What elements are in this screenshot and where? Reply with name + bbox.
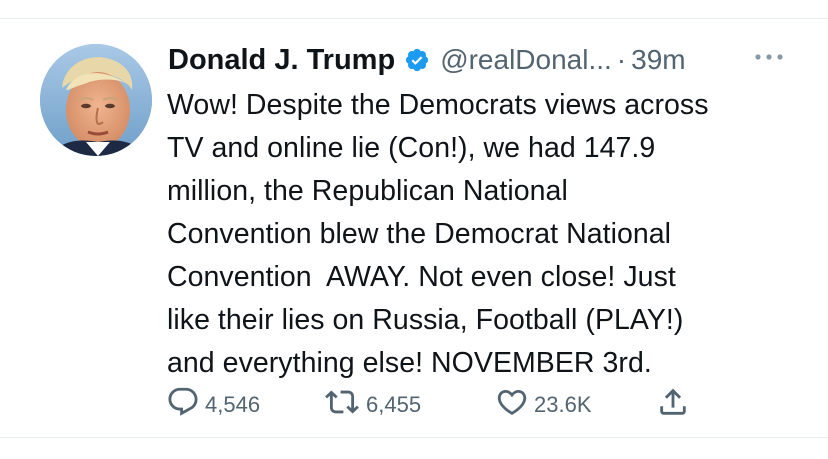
verified-badge-icon — [404, 47, 430, 73]
tweet-timestamp[interactable]: 39m — [631, 44, 685, 76]
share-icon — [656, 385, 690, 425]
tweet-actions: 4,546 6,455 23.6K — [0, 385, 828, 425]
avatar[interactable] — [40, 44, 152, 156]
bottom-divider — [0, 437, 828, 438]
reply-button[interactable]: 4,546 — [166, 385, 260, 425]
like-count: 23.6K — [534, 392, 592, 417]
reply-count: 4,546 — [205, 392, 261, 417]
tweet-text: Wow! Despite the Democrats views across … — [167, 89, 709, 379]
header-separator: · — [616, 44, 627, 75]
retweet-button[interactable]: 6,455 — [323, 385, 421, 425]
avatar-image — [40, 44, 152, 156]
share-button[interactable] — [656, 385, 690, 425]
top-divider — [0, 18, 828, 19]
retweet-count: 6,455 — [366, 392, 422, 417]
retweet-icon — [323, 385, 361, 425]
author-handle[interactable]: @realDonal... — [440, 44, 612, 76]
reply-icon — [166, 385, 200, 425]
like-button[interactable]: 23.6K — [495, 385, 592, 425]
more-options-icon[interactable] — [752, 46, 786, 68]
author-name[interactable]: Donald J. Trump — [168, 44, 395, 77]
heart-icon — [495, 385, 529, 425]
tweet-header: Donald J. Trump @realDonal... · 39m — [168, 40, 686, 80]
